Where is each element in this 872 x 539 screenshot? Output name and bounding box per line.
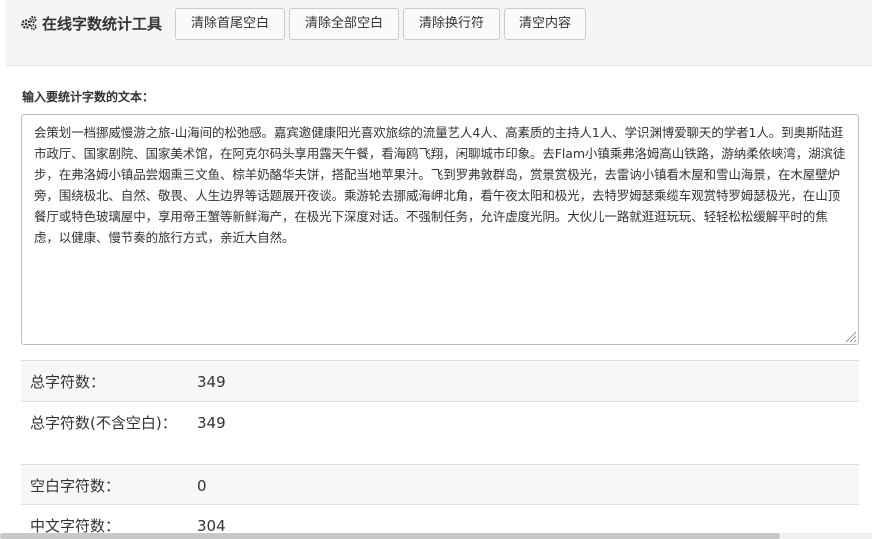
stat-label-total: 总字符数：	[30, 373, 106, 391]
stat-row-total-no-whitespace: 总字符数(不含空白)： 349	[21, 401, 859, 464]
stat-value-total-no-whitespace: 349	[197, 414, 226, 432]
text-input-area[interactable]: 会策划一档挪威慢游之旅-山海间的松弛感。嘉宾邀健康阳光喜欢旅综的流量艺人4人、高…	[21, 114, 859, 345]
stats-table: 总字符数： 349 总字符数(不含空白)： 349 空白字符数： 0 中文字符数…	[21, 360, 859, 539]
stat-row-whitespace: 空白字符数： 0	[21, 464, 859, 504]
stat-value-whitespace: 0	[197, 477, 207, 495]
horizontal-scrollbar-thumb[interactable]	[0, 533, 780, 539]
stat-value-total: 349	[197, 373, 226, 391]
tool-title: 在线字数统计工具	[20, 12, 162, 34]
remove-newlines-button[interactable]: 清除换行符	[403, 8, 500, 40]
trim-all-whitespace-button[interactable]: 清除全部空白	[289, 8, 399, 40]
resize-handle-icon[interactable]	[843, 329, 857, 343]
tool-title-text: 在线字数统计工具	[42, 14, 163, 33]
gears-icon	[21, 15, 37, 31]
horizontal-scrollbar[interactable]	[0, 533, 872, 539]
word-count-tool-page: 在线字数统计工具 清除首尾空白 清除全部空白 清除换行符 清空内容 输入要统计字…	[0, 0, 872, 539]
clear-content-button[interactable]: 清空内容	[504, 8, 586, 40]
stat-label-total-no-whitespace: 总字符数(不含空白)：	[30, 414, 177, 432]
stat-row-total: 总字符数： 349	[21, 360, 859, 401]
text-input-content[interactable]: 会策划一档挪威慢游之旅-山海间的松弛感。嘉宾邀健康阳光喜欢旅综的流量艺人4人、高…	[34, 122, 850, 248]
stat-label-whitespace: 空白字符数：	[30, 477, 121, 495]
toolbar-header: 在线字数统计工具 清除首尾空白 清除全部空白 清除换行符 清空内容	[6, 0, 872, 66]
input-label: 输入要统计字数的文本：	[22, 90, 155, 104]
trim-ends-button[interactable]: 清除首尾空白	[175, 8, 285, 40]
